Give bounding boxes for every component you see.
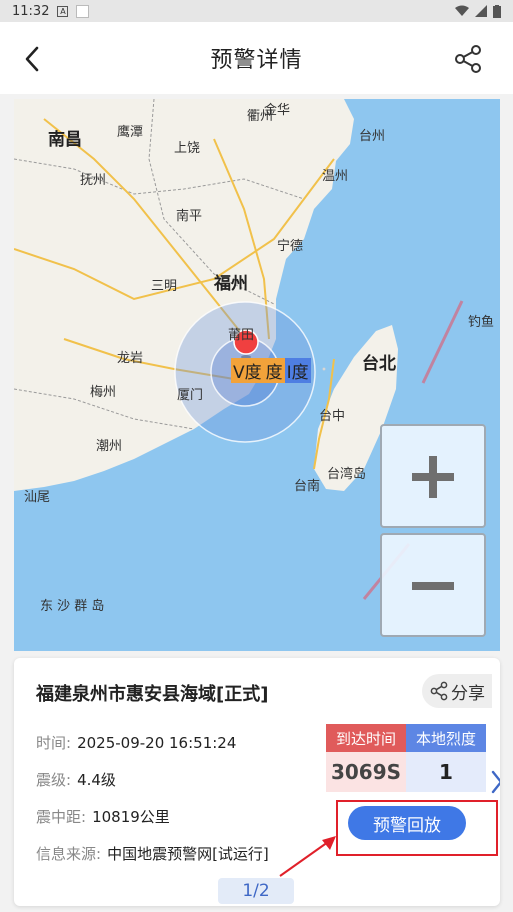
annotation-arrow-icon xyxy=(279,836,336,877)
city-label: 钓鱼 xyxy=(468,315,495,330)
distance-row: 震中距: 10819公里 xyxy=(36,806,170,827)
city-label: 温州 xyxy=(322,169,349,184)
city-label: 福州 xyxy=(214,274,248,294)
time-row: 时间: 2025-09-20 16:51:24 xyxy=(36,732,236,753)
share-label: 分享 xyxy=(451,683,485,704)
earthquake-info-card: 福建泉州市惠安县海域[正式] 分享 时间: 2025-09-20 16:51:24… xyxy=(14,658,500,906)
city-label: 鹰潭 xyxy=(117,125,144,140)
page-title: 预警详情 xyxy=(210,48,303,73)
intensity-label-mid: 度 xyxy=(263,358,285,383)
source-label: 信息来源: xyxy=(36,845,102,863)
city-label: 金华 xyxy=(264,103,291,118)
arrival-header: 到达时间 xyxy=(326,724,406,752)
source-value: 中国地震预警网[试运行] xyxy=(107,845,269,863)
local-intensity-value: 1 xyxy=(406,752,486,792)
city-label: 台南 xyxy=(294,479,321,494)
source-row: 信息来源: 中国地震预警网[试运行] xyxy=(36,843,269,864)
intensity-label-v: V度 xyxy=(231,358,264,383)
share-icon xyxy=(430,681,448,701)
status-bar: 11:32 A xyxy=(0,0,513,22)
wifi-icon xyxy=(455,5,469,16)
intensity-label-i: I度 xyxy=(284,358,311,383)
map-view[interactable]: 南昌 鹰潭 衢州 金华 台州 上饶 抚州 温州 南平 宁德 三明 福州 钓鱼 莆… xyxy=(14,99,500,651)
city-label: 汕尾 xyxy=(24,490,51,505)
city-label: 东 沙 群 岛 xyxy=(40,599,105,614)
local-intensity-header: 本地烈度 xyxy=(406,724,486,752)
chevron-right-icon[interactable] xyxy=(490,768,500,796)
city-label: 南平 xyxy=(176,209,203,224)
city-label: 上饶 xyxy=(174,141,201,156)
intensity-labels: V度 度 I度 xyxy=(231,358,311,383)
top-app-bar: 预警详情 xyxy=(0,22,513,94)
battery-icon xyxy=(493,4,501,18)
city-label: 三明 xyxy=(151,279,178,294)
notification-square-icon xyxy=(76,4,90,18)
city-label: 龙岩 xyxy=(117,351,144,366)
arrival-value: 3069S xyxy=(326,752,406,792)
distance-label: 震中距: xyxy=(36,808,87,826)
city-label: 莆田 xyxy=(228,328,255,343)
city-label: 梅州 xyxy=(90,385,117,400)
magnitude-value: 4.4级 xyxy=(77,771,116,789)
back-button[interactable] xyxy=(18,44,48,74)
magnitude-label: 震级: xyxy=(36,771,72,789)
zoom-out-button[interactable] xyxy=(380,533,486,637)
plus-icon xyxy=(412,456,454,498)
share-button[interactable]: 分享 xyxy=(422,674,492,708)
city-label: 台湾岛 xyxy=(327,467,367,482)
share-icon[interactable] xyxy=(453,44,483,74)
distance-value: 10819公里 xyxy=(92,808,170,826)
city-label: 宁德 xyxy=(277,239,304,254)
city-label: 潮州 xyxy=(96,439,123,454)
city-label: 台州 xyxy=(359,129,386,144)
zoom-in-button[interactable] xyxy=(380,424,486,528)
city-label: 抚州 xyxy=(80,173,107,188)
magnitude-row: 震级: 4.4级 xyxy=(36,769,116,790)
arrival-table: 到达时间 本地烈度 3069S 1 xyxy=(326,724,498,792)
time-label: 时间: xyxy=(36,734,72,752)
signal-icon xyxy=(475,5,487,17)
city-label: 台北 xyxy=(362,354,396,374)
time-value: 2025-09-20 16:51:24 xyxy=(77,734,237,752)
notification-a-icon: A xyxy=(57,5,69,17)
annotation-box xyxy=(336,800,498,856)
city-label: 厦门 xyxy=(177,388,204,403)
minus-icon xyxy=(412,582,454,590)
event-title: 福建泉州市惠安县海域[正式] xyxy=(36,684,269,705)
city-label: 台中 xyxy=(319,409,346,424)
page-indicator: 1/2 xyxy=(218,878,294,904)
city-label: 南昌 xyxy=(48,130,82,150)
status-time: 11:32 xyxy=(12,3,50,19)
